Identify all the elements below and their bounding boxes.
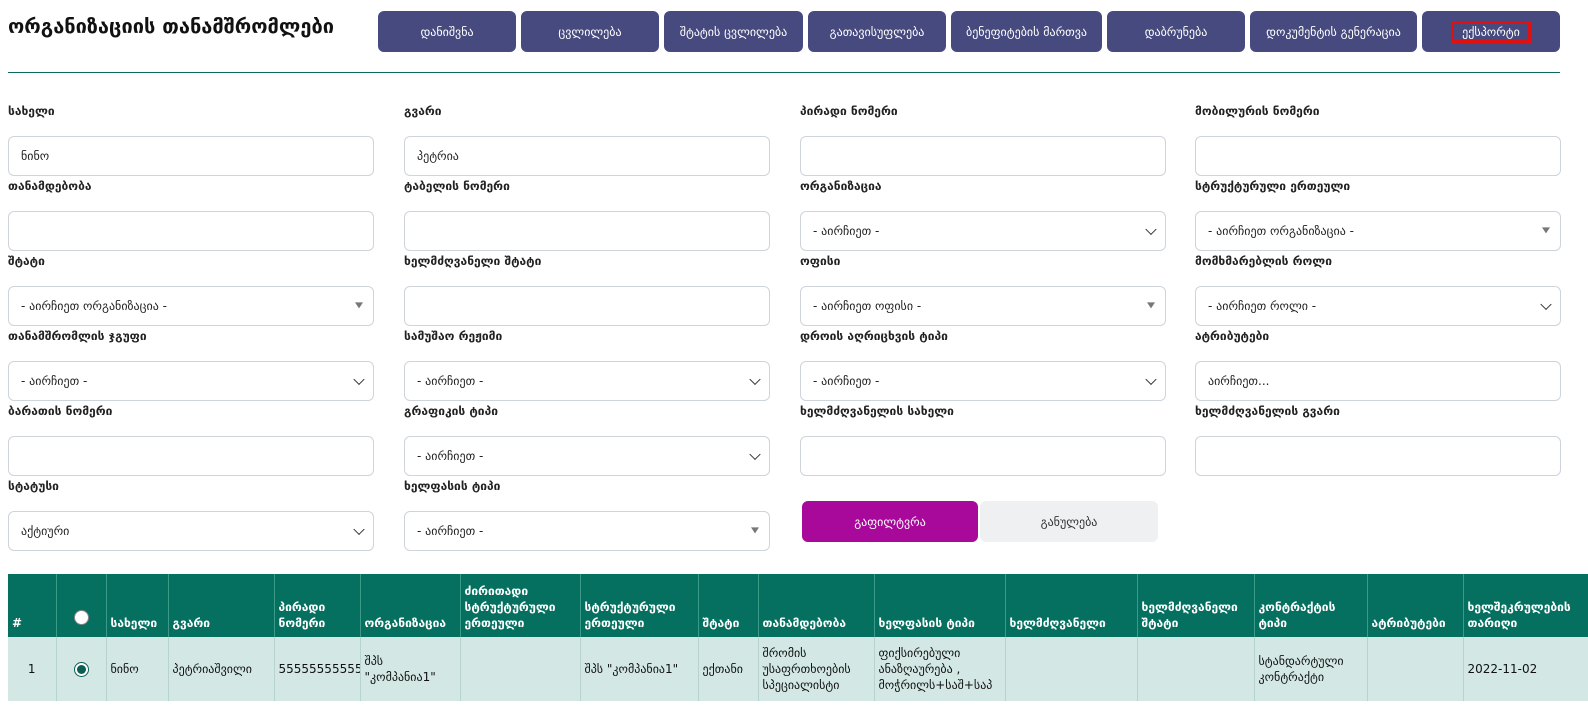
time-tracking-type-select[interactable]: - აირჩიეთ - — [800, 361, 1166, 401]
row-structural-unit: შპს "კომპანია1" — [580, 637, 699, 701]
filter-button[interactable]: გაფილტვრა — [802, 501, 978, 542]
caret-down-icon — [1542, 227, 1550, 234]
mobile-number-input[interactable] — [1195, 136, 1561, 176]
row-last-name: პეტრიაშვილი — [168, 637, 275, 701]
time-tracking-type-filter: დროის აღრიცხვის ტიპი - აირჩიეთ - — [800, 329, 1166, 401]
structural-unit-filter: სტრუქტურული ერთეული - აირჩიეთ ორგანიზაცი… — [1195, 179, 1561, 251]
select-all-radio[interactable] — [73, 610, 89, 625]
manager-staff-input[interactable] — [404, 286, 770, 326]
employee-group-filter: თანამშრომლის ჯგუფი - აირჩიეთ - — [8, 329, 374, 401]
employees-table: # სახელი გვარი პირადი ნომერი ორგანიზაცია… — [8, 574, 1588, 701]
position-filter: თანამდებობა — [8, 179, 374, 251]
document-generation-button[interactable]: დოკუმენტის გენერაცია — [1250, 11, 1417, 52]
personal-number-filter: პირადი ნომერი — [800, 104, 1166, 176]
reset-button[interactable]: განულება — [980, 501, 1158, 542]
personal-number-input[interactable] — [800, 136, 1166, 176]
organization-filter: ორგანიზაცია - აირჩიეთ - — [800, 179, 1166, 251]
employee-group-select[interactable]: - აირჩიეთ - — [8, 361, 374, 401]
salary-type-select[interactable]: - აირჩიეთ - — [404, 511, 770, 551]
first-name-input[interactable]: ნინო — [8, 136, 374, 176]
schedule-type-select[interactable]: - აირჩიეთ - — [404, 436, 770, 476]
col-structural-unit-header[interactable]: სტრუქტურული ერთეული — [580, 574, 699, 637]
caret-down-icon — [1147, 302, 1155, 309]
staff-select[interactable]: - აირჩიეთ ორგანიზაცია - — [8, 286, 374, 326]
row-first-name: ნინო — [106, 637, 169, 701]
table-number-input[interactable] — [404, 211, 770, 251]
col-contract-type-header[interactable]: კონტრაქტის ტიპი — [1254, 574, 1368, 637]
col-staff-header[interactable]: შტატი — [698, 574, 759, 637]
last-name-input[interactable]: პეტრია — [404, 136, 770, 176]
structural-unit-select[interactable]: - აირჩიეთ ორგანიზაცია - — [1195, 211, 1561, 251]
assign-button[interactable]: დანიშვნა — [378, 11, 516, 52]
user-role-select[interactable]: - აირჩიეთ როლი - — [1195, 286, 1561, 326]
action-toolbar: დანიშვნა ცვლილება შტატის ცვლილება გათავი… — [378, 11, 1560, 52]
col-first-name-header[interactable]: სახელი — [106, 574, 169, 637]
caret-down-icon — [355, 302, 363, 309]
office-filter: ოფისი - აირჩიეთ ოფისი - — [800, 254, 1166, 326]
change-button[interactable]: ცვლილება — [521, 11, 659, 52]
manager-first-name-input[interactable] — [800, 436, 1166, 476]
col-manager-header[interactable]: ხელმძღვანელი — [1005, 574, 1138, 637]
table-header-row: # სახელი გვარი პირადი ნომერი ორგანიზაცია… — [8, 574, 1588, 637]
manager-last-name-input[interactable] — [1195, 436, 1561, 476]
col-num-header[interactable]: # — [8, 574, 57, 637]
row-num: 1 — [8, 637, 57, 701]
page-header: ორგანიზაციის თანამშრომლები დანიშვნა ცვლი… — [0, 0, 1588, 73]
col-main-structural-unit-header[interactable]: ძირითადი სტრუქტურული ერთეული — [460, 574, 581, 637]
status-filter: სტატუსი აქტიური — [8, 479, 374, 551]
col-select-header[interactable] — [56, 574, 107, 637]
work-mode-select[interactable]: - აირჩიეთ - — [404, 361, 770, 401]
staff-change-button[interactable]: შტატის ცვლილება — [664, 11, 803, 52]
attributes-multiselect[interactable]: აირჩიეთ... — [1195, 361, 1561, 401]
row-main-structural-unit — [460, 637, 581, 701]
status-select[interactable]: აქტიური — [8, 511, 374, 551]
salary-type-filter: ხელფასის ტიპი - აირჩიეთ - — [404, 479, 770, 551]
row-attributes — [1367, 637, 1464, 701]
row-staff: ექთანი — [698, 637, 759, 701]
dismiss-button[interactable]: გათავისუფლება — [808, 11, 946, 52]
schedule-type-filter: გრაფიკის ტიპი - აირჩიეთ - — [404, 404, 770, 476]
col-personal-number-header[interactable]: პირადი ნომერი — [274, 574, 361, 637]
table-row[interactable]: 1 ნინო პეტრიაშვილი 55555555555 შპს "კომპ… — [8, 637, 1588, 701]
work-mode-filter: სამუშაო რეჟიმი - აირჩიეთ - — [404, 329, 770, 401]
page-title: ორგანიზაციის თანამშრომლები — [8, 14, 335, 38]
col-position-header[interactable]: თანამდებობა — [758, 574, 875, 637]
row-manager-staff — [1137, 637, 1255, 701]
card-number-input[interactable] — [8, 436, 374, 476]
benefits-management-button[interactable]: ბენეფიტების მართვა — [951, 11, 1102, 52]
row-position: შრომის უსაფრთხოების სპეციალისტი — [758, 637, 875, 701]
col-contract-date-header[interactable]: ხელშეკრულების თარიღი — [1463, 574, 1588, 637]
position-input[interactable] — [8, 211, 374, 251]
last-name-filter: გვარი პეტრია — [404, 104, 770, 176]
manager-first-name-filter: ხელმძღვანელის სახელი — [800, 404, 1166, 476]
office-select[interactable]: - აირჩიეთ ოფისი - — [800, 286, 1166, 326]
col-organization-header[interactable]: ორგანიზაცია — [360, 574, 461, 637]
organization-select[interactable]: - აირჩიეთ - — [800, 211, 1166, 251]
col-salary-type-header[interactable]: ხელფასის ტიპი — [874, 574, 1006, 637]
header-divider — [8, 72, 1560, 73]
row-contract-date: 2022-11-02 — [1463, 637, 1588, 701]
col-last-name-header[interactable]: გვარი — [168, 574, 275, 637]
manager-last-name-filter: ხელმძღვანელის გვარი — [1195, 404, 1561, 476]
col-attributes-header[interactable]: ატრიბუტები — [1367, 574, 1464, 637]
export-button[interactable]: ექსპორტი — [1422, 11, 1560, 52]
first-name-filter: სახელი ნინო — [8, 104, 374, 176]
user-role-filter: მომხმარებლის როლი - აირჩიეთ როლი - — [1195, 254, 1561, 326]
col-manager-staff-header[interactable]: ხელმძღვანელი შტატი — [1137, 574, 1255, 637]
row-manager — [1005, 637, 1138, 701]
row-select-radio[interactable] — [73, 661, 89, 677]
row-salary-type: ფიქსირებული ანაზღაურება , მოჭრილს+საშ+სა… — [874, 637, 1006, 701]
attributes-filter: ატრიბუტები აირჩიეთ... — [1195, 329, 1561, 401]
table-number-filter: ტაბელის ნომერი — [404, 179, 770, 251]
mobile-number-filter: მობილურის ნომერი — [1195, 104, 1561, 176]
manager-staff-filter: ხელმძღვანელი შტატი — [404, 254, 770, 326]
return-button[interactable]: დაბრუნება — [1107, 11, 1245, 52]
row-contract-type: სტანდარტული კონტრაქტი — [1254, 637, 1368, 701]
card-number-filter: ბარათის ნომერი — [8, 404, 374, 476]
row-select-cell[interactable] — [56, 637, 107, 701]
caret-down-icon — [751, 527, 759, 534]
staff-filter: შტატი - აირჩიეთ ორგანიზაცია - — [8, 254, 374, 326]
row-organization: შპს "კომპანია1" — [360, 637, 461, 701]
row-personal-number: 55555555555 — [274, 637, 361, 701]
